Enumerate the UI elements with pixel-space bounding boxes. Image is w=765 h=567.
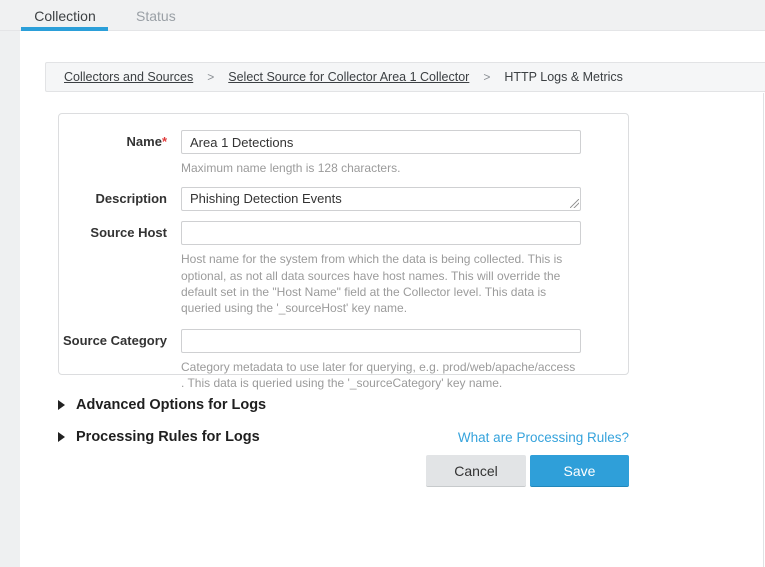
top-tab-bar: Collection Status <box>0 0 765 31</box>
name-label: Name* <box>59 130 167 149</box>
collapsed-triangle-icon <box>58 400 65 410</box>
source-config-form: Name* Maximum name length is 128 charact… <box>58 113 629 375</box>
cancel-button[interactable]: Cancel <box>426 455 526 487</box>
source-host-label: Source Host <box>59 221 167 240</box>
required-asterisk: * <box>162 134 167 149</box>
main-panel: Collectors and Sources > Select Source f… <box>20 31 765 567</box>
source-host-input[interactable] <box>181 221 581 245</box>
breadcrumb-collectors-and-sources[interactable]: Collectors and Sources <box>64 70 193 84</box>
source-category-label: Source Category <box>59 329 167 348</box>
processing-rules-expander[interactable]: Processing Rules for Logs What are Proce… <box>58 428 629 446</box>
breadcrumb-select-source[interactable]: Select Source for Collector Area 1 Colle… <box>228 70 469 84</box>
advanced-options-expander[interactable]: Advanced Options for Logs <box>58 396 629 414</box>
panel-right-divider <box>763 93 764 567</box>
breadcrumb-separator-icon: > <box>483 70 490 84</box>
name-help-text: Maximum name length is 128 characters. <box>181 160 579 176</box>
what-are-processing-rules-link[interactable]: What are Processing Rules? <box>458 430 629 445</box>
form-action-buttons: Cancel Save <box>58 455 629 487</box>
name-input[interactable] <box>181 130 581 154</box>
tab-collection[interactable]: Collection <box>21 8 109 24</box>
description-label: Description <box>59 187 167 206</box>
collapsed-triangle-icon <box>58 432 65 442</box>
source-host-help-text: Host name for the system from which the … <box>181 251 579 316</box>
source-category-help-text: Category metadata to use later for query… <box>181 359 579 392</box>
save-button[interactable]: Save <box>530 455 629 487</box>
source-category-input[interactable] <box>181 329 581 353</box>
name-field-row: Name* Maximum name length is 128 charact… <box>59 130 628 176</box>
advanced-options-label: Advanced Options for Logs <box>76 397 266 413</box>
description-field-row: Description Phishing Detection Events <box>59 187 628 211</box>
processing-rules-label: Processing Rules for Logs <box>76 429 260 445</box>
breadcrumb-current-page: HTTP Logs & Metrics <box>504 70 623 84</box>
name-label-text: Name <box>127 134 162 149</box>
tab-status[interactable]: Status <box>136 8 176 24</box>
breadcrumb: Collectors and Sources > Select Source f… <box>45 62 765 92</box>
source-category-field-row: Source Category Category metadata to use… <box>59 329 628 392</box>
source-host-field-row: Source Host Host name for the system fro… <box>59 221 628 316</box>
breadcrumb-separator-icon: > <box>207 70 214 84</box>
description-input[interactable]: Phishing Detection Events <box>181 187 581 211</box>
